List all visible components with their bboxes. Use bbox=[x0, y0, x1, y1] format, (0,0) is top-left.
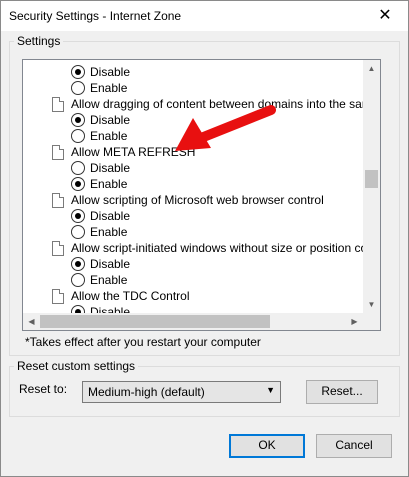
radio-disable[interactable] bbox=[71, 65, 85, 79]
reset-to-label: Reset to: bbox=[19, 382, 68, 396]
radio-label[interactable]: Disable bbox=[90, 256, 130, 272]
document-icon bbox=[52, 241, 64, 256]
vertical-scrollbar[interactable]: ▲ ▼ bbox=[363, 60, 380, 313]
scroll-up-icon[interactable]: ▲ bbox=[363, 60, 380, 77]
scroll-left-icon[interactable]: ◀ bbox=[23, 313, 40, 330]
restart-note: *Takes effect after you restart your com… bbox=[25, 335, 261, 349]
radio-label[interactable]: Enable bbox=[90, 272, 127, 288]
reset-button[interactable]: Reset... bbox=[306, 380, 378, 404]
radio-label[interactable]: Enable bbox=[90, 80, 127, 96]
radio-label[interactable]: Enable bbox=[90, 128, 127, 144]
radio-label[interactable]: Disable bbox=[90, 160, 130, 176]
horizontal-scrollbar[interactable]: ◀ ▶ bbox=[23, 313, 363, 330]
document-icon bbox=[52, 193, 64, 208]
radio-disable[interactable] bbox=[71, 257, 85, 271]
radio-enable[interactable] bbox=[71, 177, 85, 191]
red-arrow-annotation bbox=[175, 105, 276, 151]
settings-group-label: Settings bbox=[17, 34, 61, 48]
radio-label[interactable]: Enable bbox=[90, 176, 127, 192]
reset-level-select[interactable]: Medium-high (default) ▼ bbox=[82, 381, 281, 403]
cancel-button[interactable]: Cancel bbox=[316, 434, 392, 458]
radio-label[interactable]: Disable bbox=[90, 208, 130, 224]
document-icon bbox=[52, 97, 64, 112]
radio-enable[interactable] bbox=[71, 273, 85, 287]
setting-item-label: Allow scripting of Microsoft web browser… bbox=[71, 193, 324, 207]
chevron-down-icon: ▼ bbox=[266, 385, 275, 395]
radio-enable[interactable] bbox=[71, 129, 85, 143]
radio-label[interactable]: Disable bbox=[90, 304, 130, 313]
radio-disable[interactable] bbox=[71, 209, 85, 223]
radio-label[interactable]: Disable bbox=[90, 112, 130, 128]
radio-label[interactable]: Enable bbox=[90, 224, 127, 240]
radio-enable[interactable] bbox=[71, 225, 85, 239]
horizontal-scroll-thumb[interactable] bbox=[40, 315, 270, 328]
radio-disable[interactable] bbox=[71, 113, 85, 127]
radio-disable[interactable] bbox=[71, 305, 85, 313]
radio-disable[interactable] bbox=[71, 161, 85, 175]
radio-enable[interactable] bbox=[71, 81, 85, 95]
scroll-right-icon[interactable]: ▶ bbox=[346, 313, 363, 330]
setting-item-label: Allow the TDC Control bbox=[71, 289, 190, 303]
close-icon[interactable]: ✕ bbox=[362, 1, 408, 31]
window-title: Security Settings - Internet Zone bbox=[9, 9, 182, 23]
document-icon bbox=[52, 145, 64, 160]
dialog-window: Security Settings - Internet Zone ✕ Sett… bbox=[0, 0, 409, 477]
scrollbar-corner bbox=[363, 313, 380, 330]
title-bar: Security Settings - Internet Zone ✕ bbox=[1, 1, 408, 31]
document-icon bbox=[52, 289, 64, 304]
setting-item-label: Allow script-initiated windows without s… bbox=[71, 241, 363, 255]
reset-group-label: Reset custom settings bbox=[17, 359, 136, 373]
scroll-down-icon[interactable]: ▼ bbox=[363, 296, 380, 313]
radio-label[interactable]: Disable bbox=[90, 64, 130, 80]
ok-button[interactable]: OK bbox=[229, 434, 305, 458]
reset-level-value: Medium-high (default) bbox=[88, 385, 205, 399]
vertical-scroll-thumb[interactable] bbox=[365, 170, 378, 188]
arrow-icon bbox=[175, 105, 276, 151]
